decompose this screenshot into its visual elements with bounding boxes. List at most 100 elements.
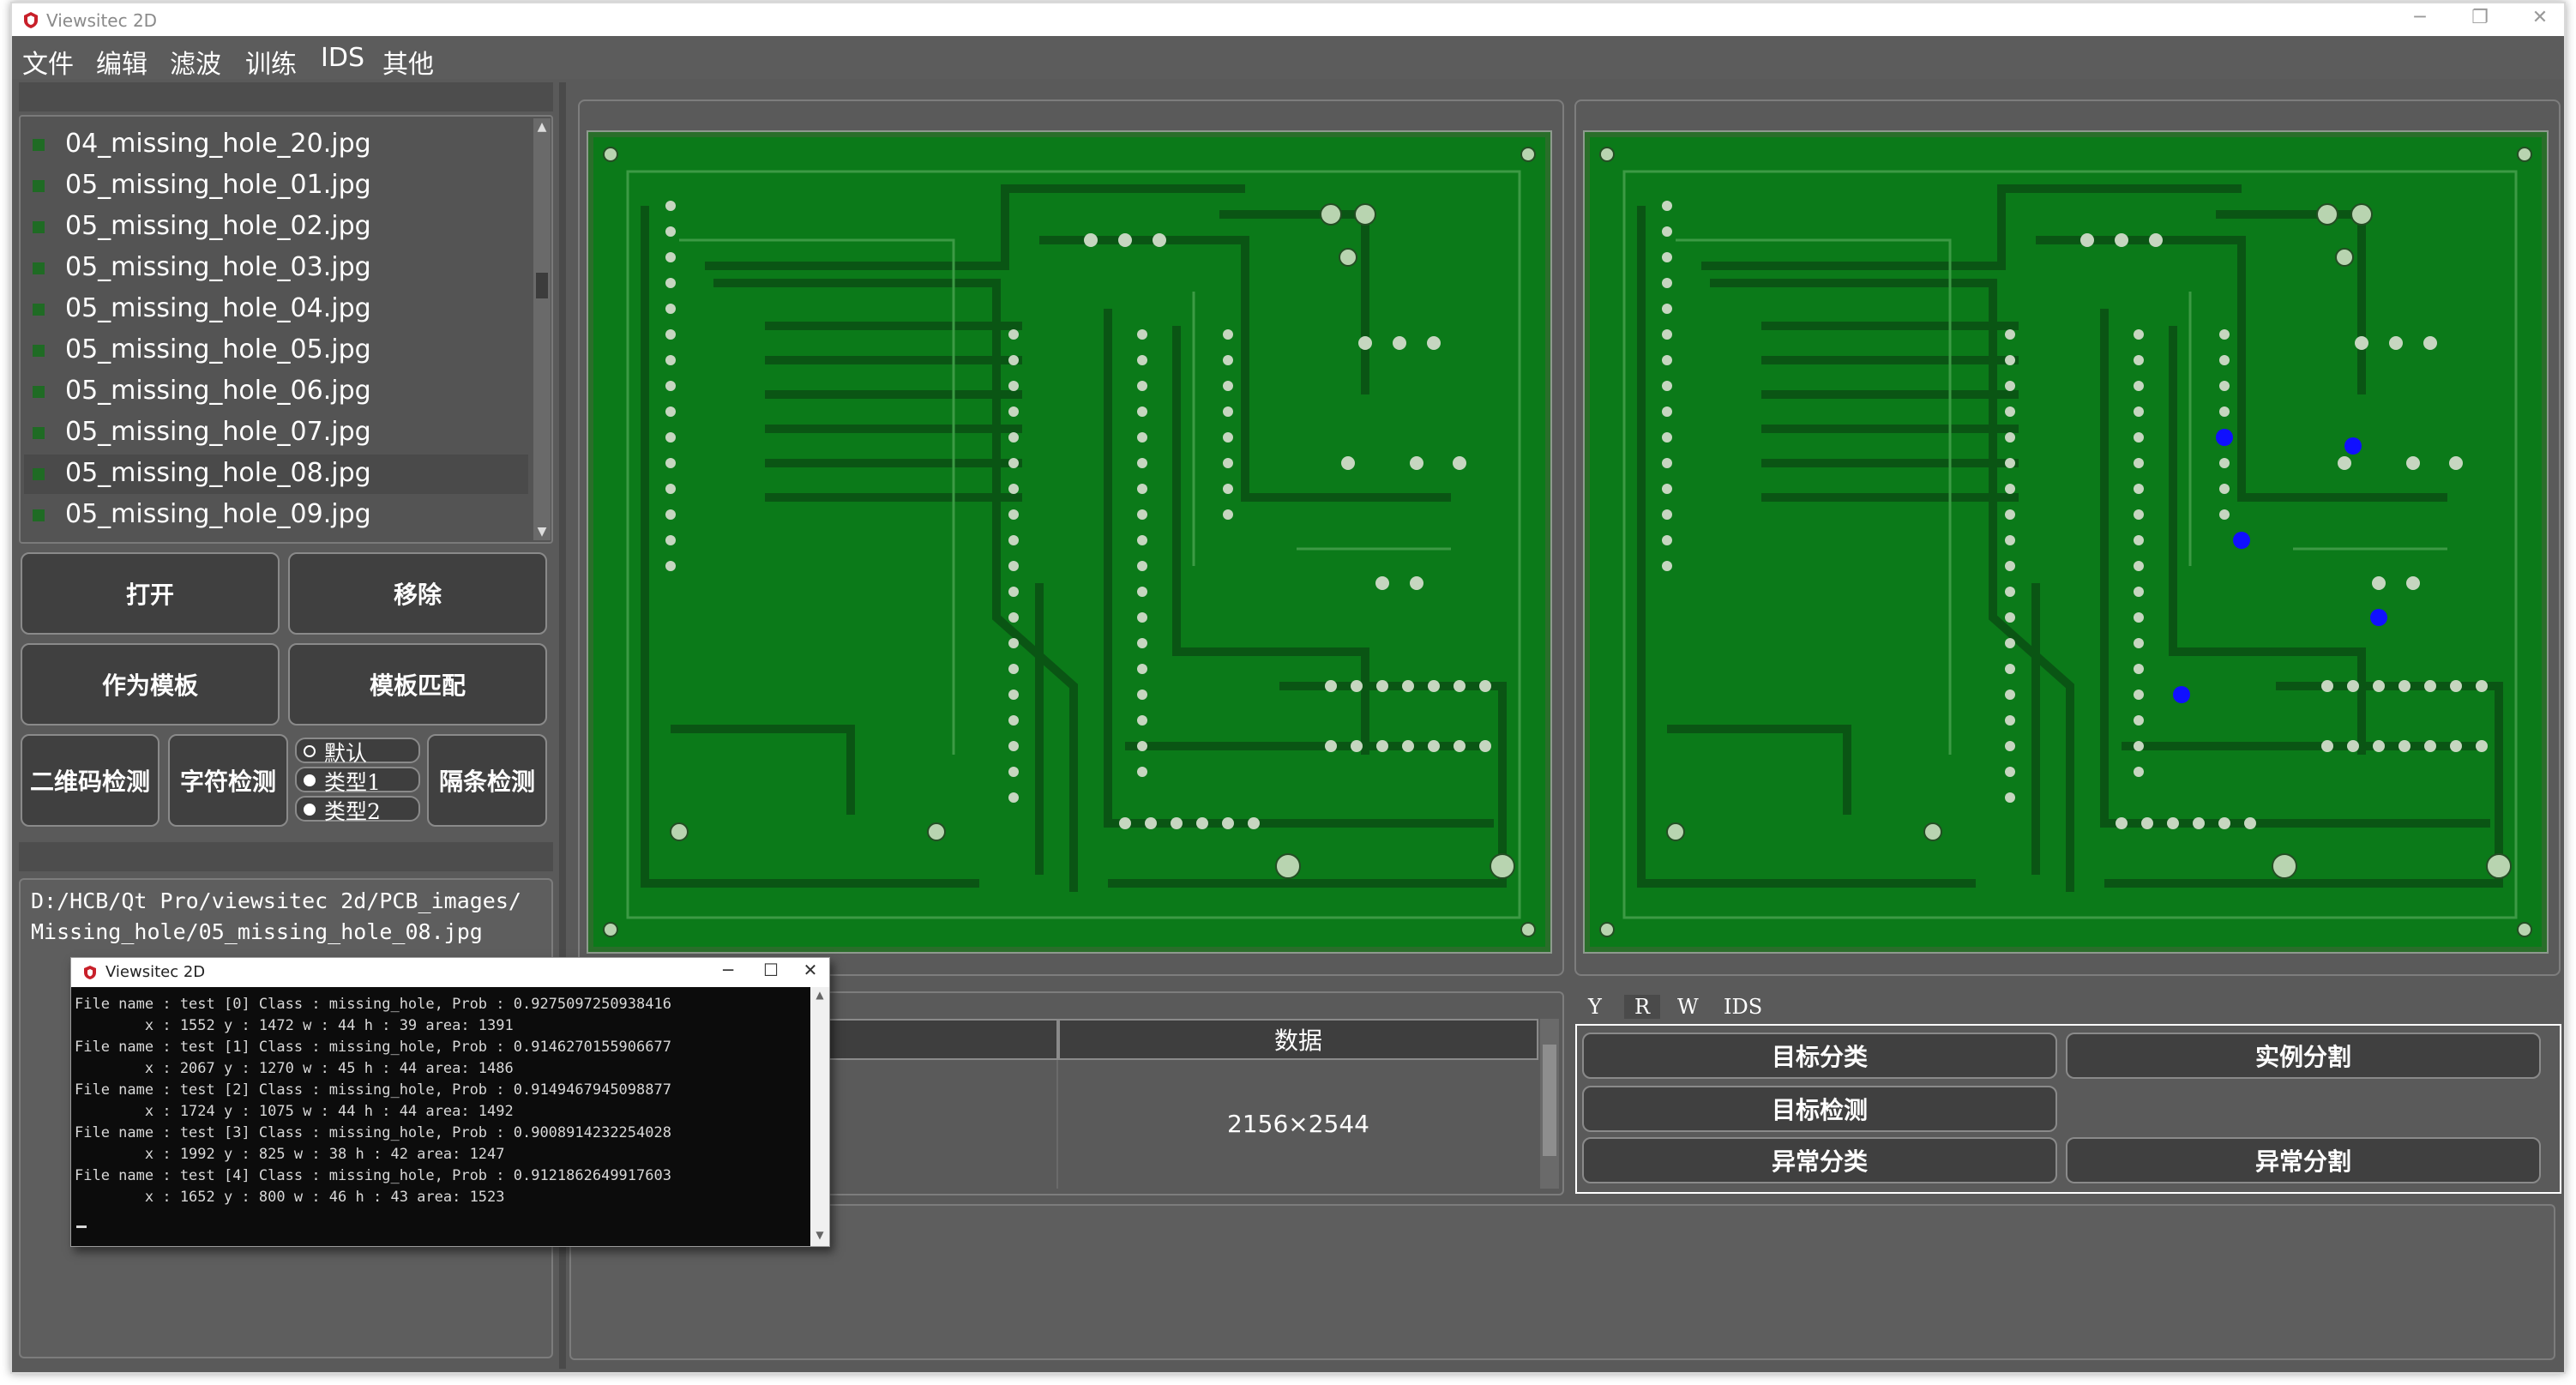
radio-type2[interactable]: 类型2 — [295, 796, 420, 824]
instance-segment-button[interactable]: 实例分割 — [2066, 1033, 2541, 1079]
list-item[interactable]: 05_missing_hole_07.jpg — [24, 413, 528, 453]
table-header-data: 数据 — [1058, 1019, 1538, 1060]
menu-file[interactable]: 文件 — [22, 43, 74, 81]
file-icon — [33, 468, 45, 480]
menu-train[interactable]: 训练 — [245, 43, 297, 81]
menu-edit[interactable]: 编辑 — [96, 43, 147, 81]
file-list[interactable]: 04_missing_hole_20.jpg 05_missing_hole_0… — [19, 115, 553, 544]
file-list-scrollbar[interactable]: ▲ ▼ — [533, 118, 551, 540]
scrollbar-thumb[interactable] — [1543, 1045, 1556, 1156]
char-detect-button[interactable]: 字符检测 — [168, 734, 288, 827]
console-line: x : 1992 y : 825 w : 38 h : 42 area: 124… — [75, 1146, 505, 1163]
target-detect-button[interactable]: 目标检测 — [1582, 1086, 2057, 1132]
table-scrollbar[interactable] — [1540, 1019, 1559, 1189]
tab-r[interactable]: R — [1624, 995, 1661, 1019]
list-item[interactable]: 04_missing_hole_20.jpg — [24, 125, 528, 165]
scroll-down-icon[interactable]: ▼ — [810, 1229, 829, 1241]
defect-marker — [2216, 429, 2233, 446]
result-image-panel — [1574, 99, 2561, 976]
console-title-bar: Viewsitec 2D ─ ☐ ✕ — [71, 958, 829, 987]
radio-dot — [304, 804, 316, 816]
window-title: Viewsitec 2D — [46, 10, 158, 31]
console-line: File name : test [1] Class : missing_hol… — [75, 1039, 671, 1056]
list-item[interactable]: 05_missing_hole_03.jpg — [24, 249, 528, 288]
tab-y[interactable]: Y — [1588, 995, 1602, 1019]
radio-default[interactable]: 默认 — [295, 738, 420, 766]
console-line: File name : test [2] Class : missing_hol… — [75, 1081, 671, 1099]
file-icon — [33, 304, 45, 316]
title-bar: Viewsitec 2D ─ ❐ ✕ — [12, 3, 2564, 36]
console-line: x : 1552 y : 1472 w : 44 h : 39 area: 13… — [75, 1017, 514, 1034]
minimize-button[interactable]: ─ — [2401, 7, 2439, 28]
template-match-button[interactable]: 模板匹配 — [288, 643, 547, 726]
file-icon — [33, 509, 45, 521]
qr-detect-button[interactable]: 二维码检测 — [21, 734, 159, 827]
as-template-button[interactable]: 作为模板 — [21, 643, 280, 726]
menu-filter[interactable]: 滤波 — [170, 43, 221, 81]
scrollbar-thumb[interactable] — [536, 273, 548, 298]
anomaly-segment-button[interactable]: 异常分割 — [2066, 1137, 2541, 1183]
file-icon — [33, 427, 45, 439]
app-logo-icon — [84, 966, 96, 979]
console-close-button[interactable]: ✕ — [793, 960, 828, 980]
tab-ids[interactable]: IDS — [1724, 995, 1762, 1019]
console-cursor — [76, 1225, 87, 1228]
original-image-panel — [578, 99, 1564, 976]
open-button[interactable]: 打开 — [21, 552, 280, 635]
output-panel — [569, 1204, 2555, 1360]
file-icon — [33, 386, 45, 398]
console-line: x : 1724 y : 1075 w : 44 h : 44 area: 14… — [75, 1103, 514, 1120]
console-window[interactable]: Viewsitec 2D ─ ☐ ✕ File name : test [0] … — [70, 957, 830, 1247]
console-line: File name : test [0] Class : missing_hol… — [75, 996, 671, 1013]
console-line: File name : test [3] Class : missing_hol… — [75, 1124, 671, 1141]
defect-marker — [2370, 609, 2387, 626]
console-minimize-button[interactable]: ─ — [711, 960, 745, 980]
console-maximize-button[interactable]: ☐ — [754, 960, 788, 980]
radio-dot — [304, 774, 316, 786]
close-button[interactable]: ✕ — [2521, 7, 2559, 28]
console-scrollbar[interactable]: ▲ ▼ — [810, 987, 829, 1246]
pcb-original-image — [593, 137, 1545, 947]
scroll-up-icon[interactable]: ▲ — [533, 118, 551, 135]
menu-other[interactable]: 其他 — [382, 43, 434, 81]
pcb-result-image — [1590, 137, 2542, 947]
list-item[interactable]: 05_missing_hole_04.jpg — [24, 290, 528, 329]
file-icon — [33, 221, 45, 233]
console-title: Viewsitec 2D — [105, 963, 206, 981]
menu-bar: 文件 编辑 滤波 训练 IDS 其他 — [12, 36, 2564, 81]
file-icon — [33, 262, 45, 274]
list-item[interactable]: 05_missing_hole_09.jpg — [24, 496, 528, 535]
file-icon — [33, 180, 45, 192]
tab-w[interactable]: W — [1677, 995, 1699, 1019]
scroll-up-icon[interactable]: ▲ — [810, 989, 829, 1001]
target-classify-button[interactable]: 目标分类 — [1582, 1033, 2057, 1079]
list-item[interactable]: 05_missing_hole_05.jpg — [24, 331, 528, 370]
maximize-button[interactable]: ❐ — [2461, 7, 2499, 28]
file-icon — [33, 345, 45, 357]
menu-ids[interactable]: IDS — [321, 43, 364, 73]
dock-header — [19, 82, 553, 111]
radio-type1[interactable]: 类型1 — [295, 767, 420, 795]
console-line: x : 1652 y : 800 w : 46 h : 43 area: 152… — [75, 1189, 505, 1206]
file-icon — [33, 139, 45, 151]
defect-marker — [2344, 437, 2362, 455]
anomaly-classify-button[interactable]: 异常分类 — [1582, 1137, 2057, 1183]
defect-marker — [2233, 532, 2250, 549]
path-text: D:/HCB/Qt Pro/viewsitec 2d/PCB_images/ — [31, 888, 521, 913]
list-item[interactable]: 05_missing_hole_06.jpg — [24, 372, 528, 412]
radio-dot — [304, 745, 316, 757]
app-window: Viewsitec 2D ─ ❐ ✕ 文件 编辑 滤波 训练 IDS 其他 04… — [10, 2, 2566, 1374]
path-text: Missing_hole/05_missing_hole_08.jpg — [31, 919, 483, 944]
console-line: x : 2067 y : 1270 w : 45 h : 44 area: 14… — [75, 1060, 514, 1077]
remove-button[interactable]: 移除 — [288, 552, 547, 635]
console-line: File name : test [4] Class : missing_hol… — [75, 1167, 671, 1184]
defect-marker — [2173, 686, 2190, 703]
table-cell-value: 2156×2544 — [1227, 1110, 1369, 1138]
scroll-down-icon[interactable]: ▼ — [533, 523, 551, 540]
list-item[interactable]: 05_missing_hole_01.jpg — [24, 166, 528, 206]
dock-header — [19, 842, 553, 871]
model-button-panel: 目标分类 实例分割 目标检测 异常分类 异常分割 — [1575, 1024, 2561, 1194]
list-item[interactable]: 05_missing_hole_02.jpg — [24, 208, 528, 247]
list-item-selected[interactable]: 05_missing_hole_08.jpg — [24, 455, 528, 494]
stripe-detect-button[interactable]: 隔条检测 — [427, 734, 547, 827]
